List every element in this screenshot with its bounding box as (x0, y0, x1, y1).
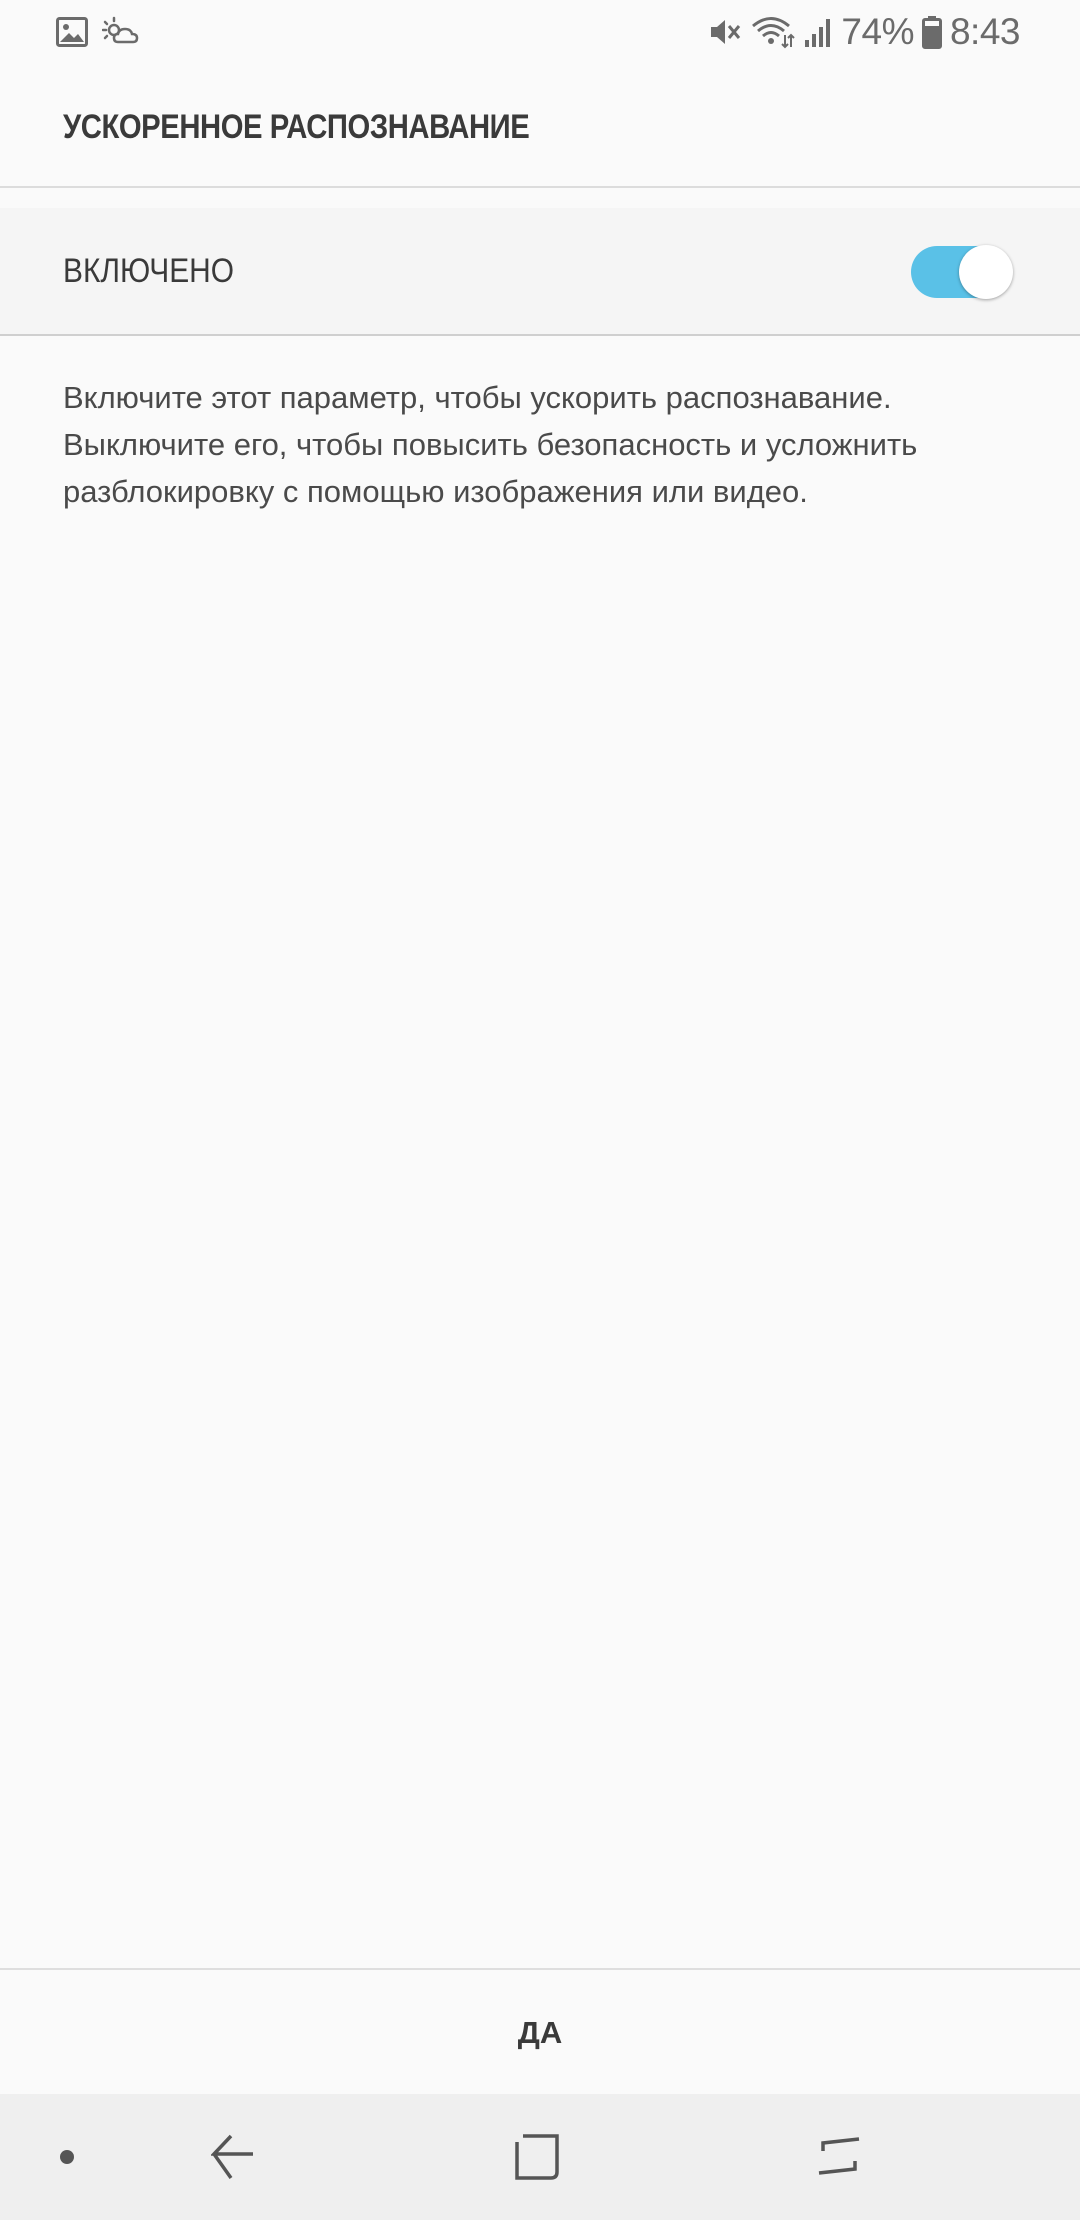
dot-icon (59, 2149, 75, 2165)
status-bar-left (56, 12, 140, 52)
home-icon (515, 2134, 559, 2180)
setting-description: Включите этот параметр, чтобы ускорить р… (63, 380, 918, 509)
page-title: УСКОРЕННОЕ РАСПОЗНАВАНИЕ (63, 108, 530, 146)
status-bar-right: 74% 8:43 (707, 10, 1021, 54)
signal-icon (803, 16, 833, 48)
navigation-bar (0, 2094, 1080, 2220)
recents-icon (817, 2135, 861, 2179)
page-header: УСКОРЕННОЕ РАСПОЗНАВАНИЕ (0, 68, 1080, 188)
battery-icon (921, 15, 942, 49)
mute-icon (707, 15, 743, 49)
gallery-icon (56, 17, 88, 47)
status-bar: 74% 8:43 (0, 0, 1080, 68)
back-button[interactable] (173, 2094, 293, 2220)
clock: 8:43 (949, 11, 1021, 52)
battery-percent: 74% (841, 11, 914, 52)
enabled-setting-label: ВКЛЮЧЕНО (63, 252, 235, 290)
recents-button[interactable] (779, 2094, 899, 2220)
enabled-toggle-switch[interactable] (911, 245, 1013, 299)
footer-bar: ДА (0, 1968, 1080, 2096)
switch-thumb (959, 245, 1013, 299)
nav-dot-button[interactable] (7, 2094, 127, 2220)
weather-icon (102, 16, 140, 48)
back-icon (211, 2134, 255, 2180)
enabled-setting-row[interactable]: ВКЛЮЧЕНО (0, 208, 1080, 336)
home-button[interactable] (477, 2094, 597, 2220)
ok-button[interactable]: ДА (340, 1970, 740, 2096)
wifi-icon (751, 15, 796, 49)
